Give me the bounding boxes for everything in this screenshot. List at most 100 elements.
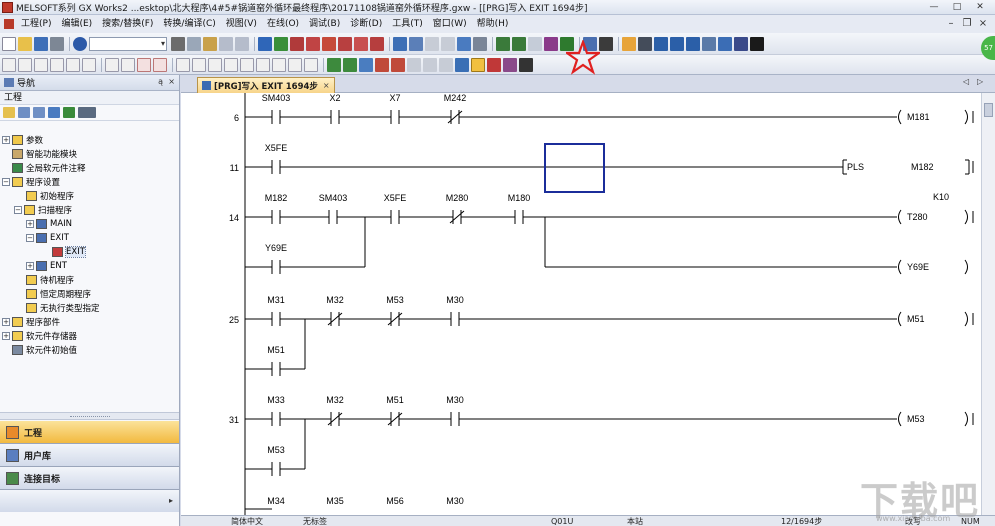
expand-menu-icon[interactable]: ▸ <box>169 496 173 505</box>
graph-icon[interactable] <box>583 37 597 51</box>
save-icon[interactable] <box>34 37 48 51</box>
scrollbar-thumb[interactable] <box>984 103 993 117</box>
help-icon[interactable] <box>73 37 87 51</box>
toolbar-combo[interactable] <box>89 37 167 51</box>
nav-button-connection[interactable]: 连接目标 <box>0 467 179 490</box>
cf9-delete-icon[interactable] <box>137 58 151 72</box>
doc-minimize-icon[interactable]: – <box>943 17 959 31</box>
nav-button-project[interactable]: 工程 <box>0 421 179 444</box>
menu-debug[interactable]: 调试(B) <box>304 15 345 33</box>
tree-item-global-device-comment[interactable]: 全局软元件注释 <box>12 161 86 175</box>
af9-line-delete-icon[interactable] <box>304 58 318 72</box>
operation-result-fall-icon[interactable] <box>272 58 286 72</box>
sf6-contact-icon[interactable] <box>50 58 64 72</box>
tree-item-standby-program[interactable]: 待机程序 <box>26 273 74 287</box>
disabled-icon[interactable] <box>439 58 453 72</box>
tree-item-program-setting[interactable]: − 程序设置 <box>2 175 60 189</box>
menu-window[interactable]: 窗口(W) <box>428 15 472 33</box>
paste-icon[interactable] <box>203 37 217 51</box>
tree-item-exit-pou[interactable]: EXIT <box>52 245 86 259</box>
device-icon[interactable] <box>258 37 272 51</box>
tab-close-icon[interactable]: × <box>323 81 330 90</box>
close-icon[interactable]: ✕ <box>969 1 991 14</box>
disabled-icon[interactable] <box>528 37 542 51</box>
minimize-icon[interactable]: — <box>923 1 945 14</box>
list-view-icon[interactable] <box>638 37 652 51</box>
tree-item-device-initial-value[interactable]: 软元件初始值 <box>12 343 77 357</box>
run-icon[interactable] <box>560 37 574 51</box>
device-list-icon[interactable] <box>409 37 423 51</box>
doc-close-icon[interactable]: × <box>975 17 991 31</box>
tree-item-parameter[interactable]: + 参数 <box>2 133 43 147</box>
tree-item-device-memory[interactable]: + 软元件存储器 <box>2 329 77 343</box>
zoom-icon[interactable] <box>718 37 732 51</box>
f9-line-icon[interactable] <box>105 58 119 72</box>
menu-tool[interactable]: 工具(T) <box>387 15 428 33</box>
dev-comment-icon[interactable] <box>670 37 684 51</box>
memory-icon[interactable] <box>702 37 716 51</box>
ladder-diagram[interactable]: 6 SM403 X2 X7 M242 M181 11 X5FE PLS M182 14 M182 SM4… <box>181 93 981 515</box>
new-project-icon[interactable] <box>2 37 16 51</box>
operation-result-icon[interactable] <box>256 58 270 72</box>
menu-view[interactable]: 视图(V) <box>221 15 262 33</box>
f10-line-icon[interactable] <box>288 58 302 72</box>
trace-icon[interactable] <box>599 37 613 51</box>
ladder-step-2-icon[interactable] <box>512 37 526 51</box>
tree-item-intelligent-module[interactable]: 智能功能模块 <box>12 147 77 161</box>
disabled-icon[interactable] <box>441 37 455 51</box>
project-view-icon[interactable] <box>622 37 636 51</box>
comment-icon[interactable] <box>654 37 668 51</box>
watch-icon[interactable] <box>457 37 471 51</box>
menu-diagnostics[interactable]: 诊断(D) <box>345 15 387 33</box>
write-mode-icon[interactable] <box>391 58 405 72</box>
monitor-stop-icon[interactable] <box>338 37 352 51</box>
ladder-step-icon[interactable] <box>496 37 510 51</box>
convert-icon[interactable] <box>327 58 341 72</box>
pulse-fall-icon[interactable] <box>192 58 206 72</box>
menu-find-replace[interactable]: 搜索/替换(F) <box>97 15 158 33</box>
doc-restore-icon[interactable]: ❐ <box>959 17 975 31</box>
menu-edit[interactable]: 编辑(E) <box>56 15 97 33</box>
undo-icon[interactable] <box>219 37 233 51</box>
menu-help[interactable]: 帮助(H) <box>472 15 514 33</box>
read-plc-icon[interactable] <box>290 37 304 51</box>
open-project-icon[interactable] <box>18 37 32 51</box>
tree-item-exit-program[interactable]: − EXIT <box>26 231 69 245</box>
cut-icon[interactable] <box>171 37 185 51</box>
expand-icon[interactable]: + <box>26 262 34 270</box>
ladder-canvas[interactable]: 6 SM403 X2 X7 M242 M181 11 X5FE PLS M182 14 M182 SM4… <box>181 93 981 515</box>
monitor-write-mode-icon[interactable] <box>487 58 501 72</box>
monitor-write-icon[interactable] <box>354 37 368 51</box>
tree-item-program-parts[interactable]: + 程序部件 <box>2 315 60 329</box>
monitor-mode-icon[interactable] <box>455 58 469 72</box>
tree-item-main[interactable]: + MAIN <box>26 217 72 231</box>
pulse-rise-icon[interactable] <box>176 58 190 72</box>
read-mode-icon[interactable] <box>375 58 389 72</box>
about-icon[interactable] <box>734 37 748 51</box>
f7-coil-icon[interactable] <box>66 58 80 72</box>
close-panel-icon[interactable]: × <box>168 77 175 86</box>
disabled-icon[interactable] <box>407 58 421 72</box>
f6-contact-icon[interactable] <box>34 58 48 72</box>
property-icon[interactable] <box>48 107 60 118</box>
invert-icon[interactable] <box>240 58 254 72</box>
expand-icon[interactable]: + <box>26 220 34 228</box>
disabled-icon[interactable] <box>425 37 439 51</box>
tree-item-no-execution-type[interactable]: 无执行类型指定 <box>26 301 100 315</box>
tab-prg-exit[interactable]: [PRG]写入 EXIT 1694步 × <box>197 77 335 93</box>
tree-item-ent[interactable]: + ENT <box>26 259 67 273</box>
dev-statement-icon[interactable] <box>686 37 700 51</box>
expand-icon[interactable]: + <box>2 318 10 326</box>
menu-online[interactable]: 在线(O) <box>262 15 304 33</box>
tab-prev-icon[interactable]: ◁ <box>963 77 969 86</box>
copy-icon[interactable] <box>187 37 201 51</box>
expand-icon[interactable]: + <box>2 332 10 340</box>
collapse-icon[interactable]: − <box>14 206 22 214</box>
tab-next-icon[interactable]: ▷ <box>977 77 983 86</box>
menu-convert-compile[interactable]: 转换/编译(C) <box>158 15 220 33</box>
find-icon[interactable] <box>519 58 533 72</box>
sf9-line-icon[interactable] <box>121 58 135 72</box>
f8-instruction-icon[interactable] <box>82 58 96 72</box>
convert-online-icon[interactable] <box>359 58 373 72</box>
redo-icon[interactable] <box>235 37 249 51</box>
